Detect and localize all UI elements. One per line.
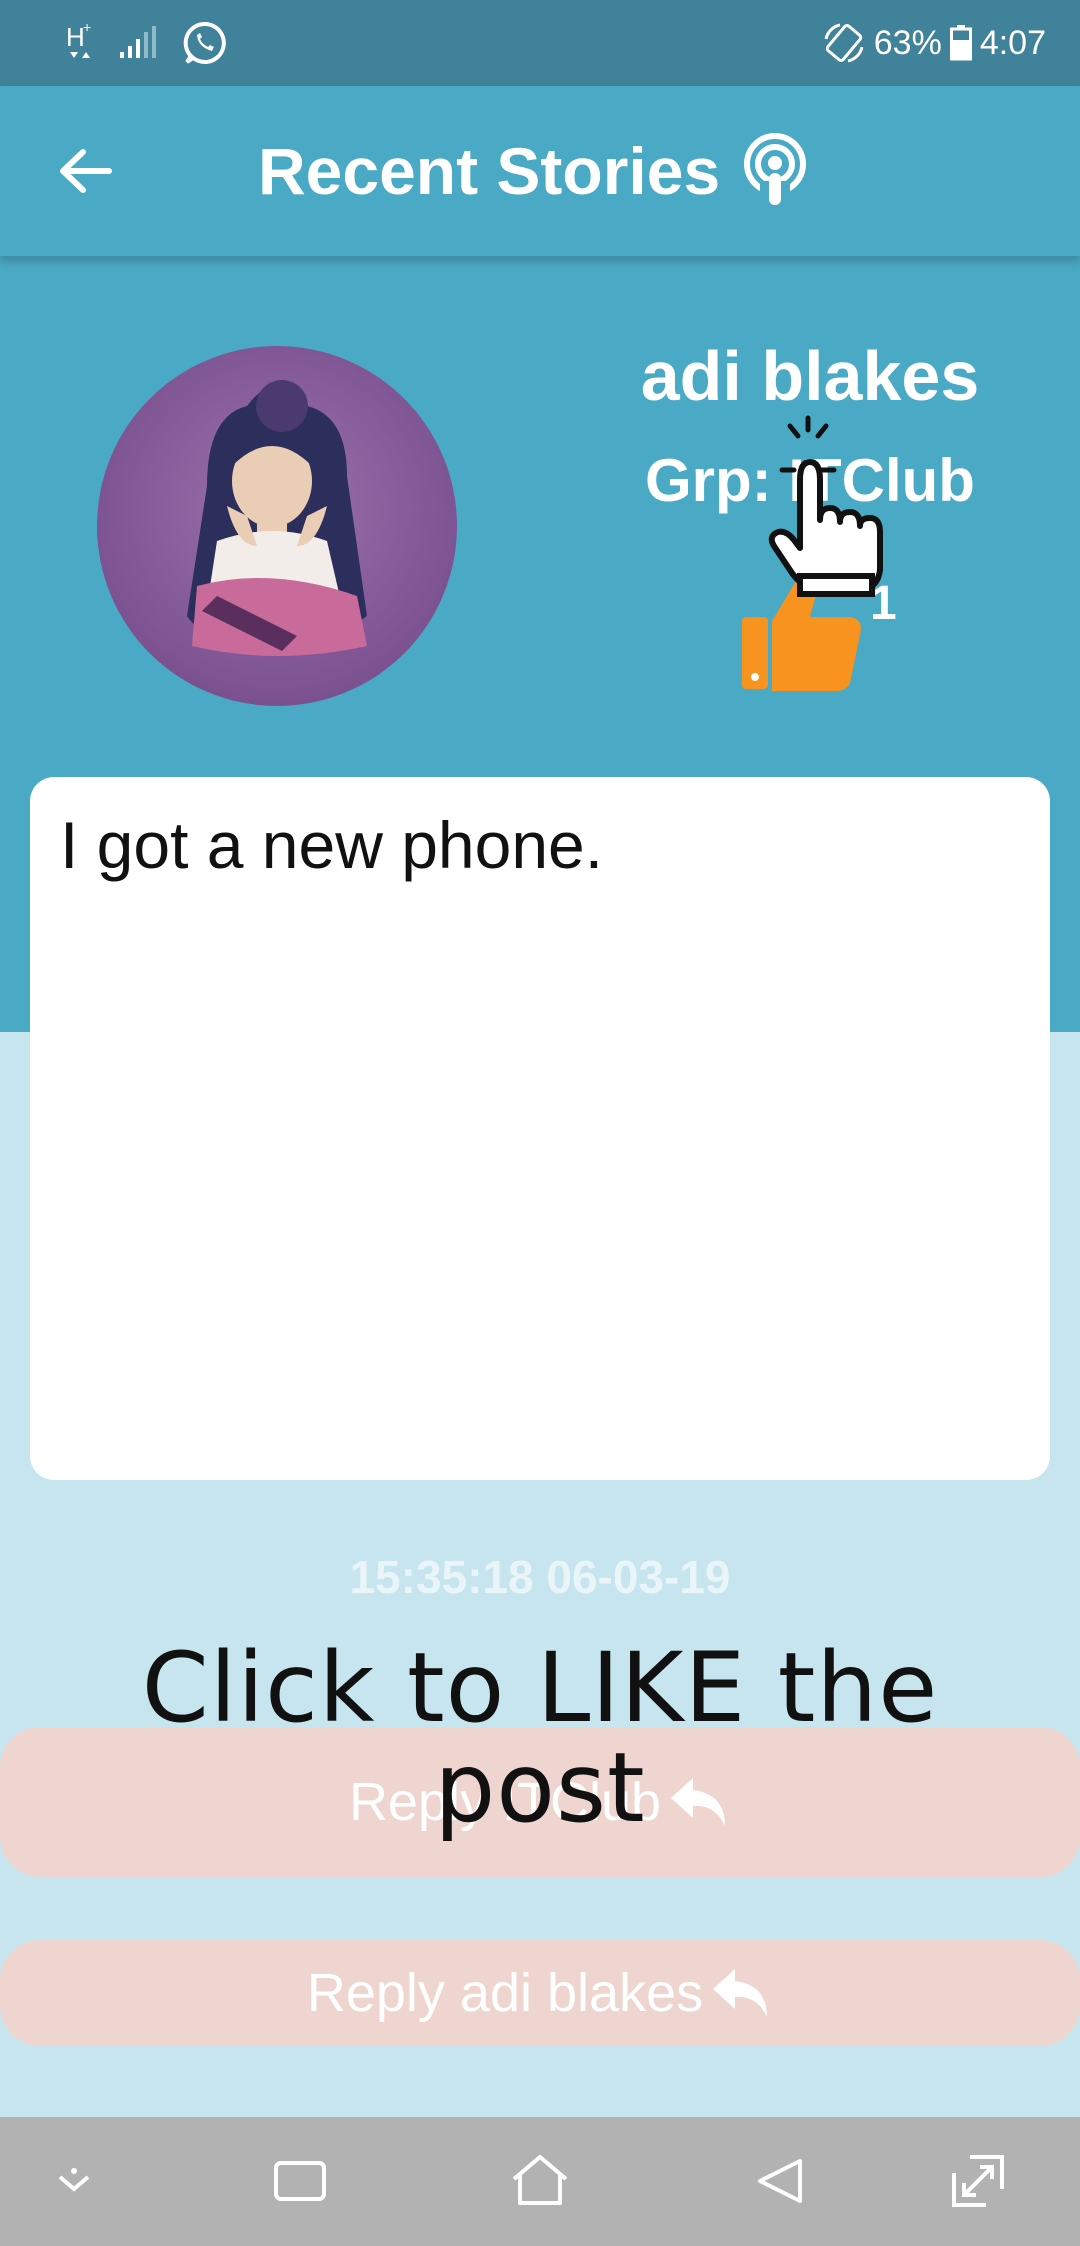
tap-hand-icon — [760, 400, 900, 890]
status-bar: H + 63% 4:07 — [0, 0, 1080, 86]
nav-expand-button[interactable] — [946, 2149, 1010, 2213]
battery-percent: 63% — [873, 23, 942, 62]
story-timestamp: 15:35:18 06-03-19 — [349, 1551, 731, 1603]
reply-user-label: Reply adi blakes — [306, 1963, 704, 2023]
rotate-icon — [822, 21, 866, 65]
app-title-wrap: Recent Stories — [258, 126, 808, 216]
podcast-icon — [744, 133, 807, 205]
status-time: 4:07 — [979, 23, 1046, 62]
network-type-icon: H + — [64, 20, 94, 66]
expand-icon — [952, 2155, 1004, 2207]
chevron-down-icon — [58, 2168, 90, 2192]
page-title: Recent Stories — [258, 134, 721, 208]
avatar-illustration — [187, 380, 367, 656]
whatsapp-icon — [182, 20, 228, 66]
arrow-left-icon — [60, 149, 112, 193]
status-right-icons: 63% 4:07 — [822, 18, 1046, 68]
recents-icon — [274, 2161, 326, 2201]
svg-text:+: + — [83, 20, 91, 35]
nav-collapse-button[interactable] — [42, 2149, 106, 2213]
story-text: I got a new phone. — [60, 808, 604, 882]
svg-text:H: H — [66, 22, 85, 52]
back-triangle-icon — [758, 2159, 802, 2203]
app-bar: Recent Stories — [0, 86, 1080, 256]
signal-icon — [118, 26, 158, 60]
battery-icon — [949, 25, 972, 61]
back-button[interactable] — [50, 136, 120, 206]
status-left-icons: H + — [64, 18, 228, 68]
reply-user-button[interactable]: Reply adi blakes — [0, 1940, 1080, 2046]
nav-home-button[interactable] — [508, 2149, 572, 2213]
like-hint-overlay: Click to LIKE the post — [141, 1632, 939, 1844]
navigation-bar — [0, 2117, 1080, 2246]
home-icon — [512, 2155, 568, 2205]
reply-icon — [713, 1969, 768, 2017]
nav-back-button[interactable] — [748, 2149, 812, 2213]
nav-recents-button[interactable] — [268, 2149, 332, 2213]
avatar[interactable] — [97, 346, 457, 706]
